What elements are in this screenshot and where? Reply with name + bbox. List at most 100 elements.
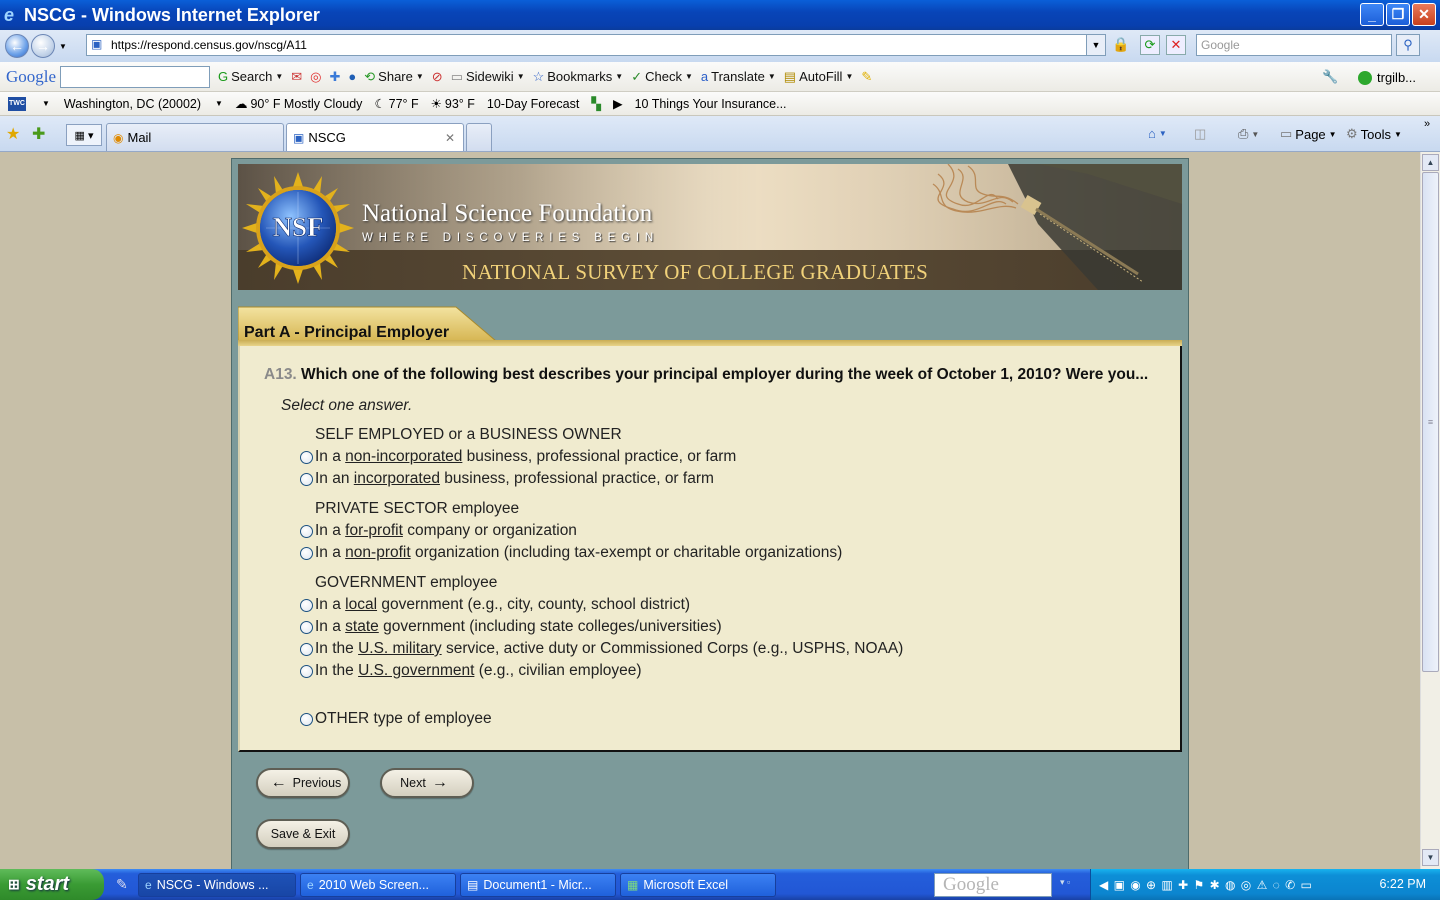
add-favorites-icon[interactable]: ✚ xyxy=(32,124,45,144)
vertical-scrollbar[interactable]: ▲ ≡ ▼ xyxy=(1420,152,1440,869)
map-icon[interactable]: ▚ xyxy=(591,96,601,111)
radio-button[interactable] xyxy=(300,472,313,486)
plus-icon[interactable]: ✚ xyxy=(330,69,341,85)
google-search-input[interactable] xyxy=(60,65,210,88)
radio-button[interactable] xyxy=(300,524,313,538)
refresh-button[interactable]: ⟳ xyxy=(1140,35,1160,55)
close-button[interactable]: ✕ xyxy=(1412,3,1436,26)
stop-button[interactable]: ✕ xyxy=(1166,35,1186,55)
toolbar-autofill[interactable]: ▤ AutoFill ▼ xyxy=(784,69,854,85)
previous-button[interactable]: ← Previous xyxy=(256,768,350,798)
definition-link[interactable]: incorporated xyxy=(354,470,440,488)
lock-icon[interactable]: 🔒 xyxy=(1112,36,1130,54)
location-dropdown-icon[interactable]: ▼ xyxy=(215,99,223,108)
radio-button[interactable] xyxy=(300,664,313,678)
weather-high[interactable]: ☀ 93° F xyxy=(431,96,475,112)
home-icon[interactable]: ⌂ ▼ xyxy=(1148,126,1167,141)
next-button[interactable]: Next → xyxy=(380,768,474,798)
quick-launch-icon[interactable]: ✎ xyxy=(116,876,128,893)
maximize-button[interactable]: ❐ xyxy=(1386,3,1410,26)
location-label[interactable]: Washington, DC (20002) xyxy=(64,97,201,111)
dell-icon[interactable]: ● xyxy=(348,69,356,84)
option-non-incorporated[interactable]: In a non-incorporated business, professi… xyxy=(300,448,736,466)
definition-link[interactable]: U.S. military xyxy=(358,640,442,658)
radio-button[interactable] xyxy=(300,546,313,560)
option-local-government[interactable]: In a local government (e.g., city, count… xyxy=(300,596,690,614)
taskbar-item-document[interactable]: ▤ Document1 - Micr... xyxy=(460,873,616,897)
option-us-military[interactable]: In the U.S. military service, active dut… xyxy=(300,640,903,658)
highlighter-icon[interactable]: ✎ xyxy=(861,69,872,85)
definition-link[interactable]: for-profit xyxy=(345,522,403,540)
save-exit-label: Save & Exit xyxy=(270,827,336,841)
tab-nscg[interactable]: ▣ NSCG ✕ xyxy=(286,123,464,151)
option-other[interactable]: OTHER type of employee xyxy=(300,710,492,728)
close-tab-icon[interactable]: ✕ xyxy=(445,131,455,145)
toolbar-check[interactable]: ✓ Check ▼ xyxy=(631,69,693,85)
radio-button[interactable] xyxy=(300,598,313,612)
taskbar-item-excel[interactable]: ▦ Microsoft Excel xyxy=(620,873,776,897)
new-tab-button[interactable] xyxy=(466,123,492,151)
taskbar-item-web-screen[interactable]: e 2010 Web Screen... xyxy=(300,873,456,897)
definition-link[interactable]: state xyxy=(345,618,379,636)
scroll-down-icon[interactable]: ▼ xyxy=(1422,849,1439,866)
option-state-government[interactable]: In a state government (including state c… xyxy=(300,618,722,636)
twc-logo[interactable]: TWC xyxy=(8,96,26,111)
radio-button[interactable] xyxy=(300,620,313,634)
dropdown-icon[interactable]: ▼ xyxy=(42,99,50,108)
scroll-up-icon[interactable]: ▲ xyxy=(1422,154,1439,171)
toolbar-bookmarks[interactable]: ☆ Bookmarks ▼ xyxy=(533,69,624,85)
print-icon[interactable]: ⎙ ▼ xyxy=(1238,126,1259,142)
toolbar-search[interactable]: G Search ▼ xyxy=(218,69,283,84)
forecast-link[interactable]: 10-Day Forecast xyxy=(487,97,579,111)
chrome-icon[interactable]: ◎ xyxy=(310,69,321,85)
address-field[interactable]: ▣ https://respond.census.gov/nscg/A11 xyxy=(86,34,1106,56)
tray-icons[interactable]: ◀ ▣ ◉ ⊕ ▥ ✚ ⚑ ✱ ◍ ◎ ⚠ ◌ ✆ ▭ xyxy=(1099,878,1313,892)
forward-button[interactable]: → xyxy=(31,34,55,58)
page-menu-label: Page xyxy=(1295,126,1326,142)
toolbar-autofill-label: AutoFill xyxy=(799,69,843,84)
search-icon[interactable]: ⚲ xyxy=(1396,34,1420,56)
toolbar-sidewiki[interactable]: ▭ Sidewiki ▼ xyxy=(451,69,525,85)
wrench-icon[interactable]: 🔧 xyxy=(1322,69,1338,85)
start-button[interactable]: ⊞ start xyxy=(0,869,104,900)
favorites-star-icon[interactable]: ★ xyxy=(6,124,20,144)
pagerank-icon[interactable]: ✉ xyxy=(291,69,302,85)
tools-menu[interactable]: ⚙ Tools ▼ xyxy=(1346,126,1402,142)
option-incorporated[interactable]: In an incorporated business, professiona… xyxy=(300,470,714,488)
recent-pages-dropdown-icon[interactable]: ▼ xyxy=(59,42,67,51)
radio-button[interactable] xyxy=(300,450,313,464)
news-link[interactable]: 10 Things Your Insurance... xyxy=(635,97,787,111)
page-menu[interactable]: ▭ Page ▼ xyxy=(1280,126,1337,142)
account-label[interactable]: trgilb... xyxy=(1377,70,1416,85)
radio-button[interactable] xyxy=(300,712,313,726)
minimize-button[interactable]: _ xyxy=(1360,3,1384,26)
option-us-government[interactable]: In the U.S. government (e.g., civilian e… xyxy=(300,662,642,680)
definition-link[interactable]: non-profit xyxy=(345,544,410,562)
toolbar-share[interactable]: ⟲ Share ▼ xyxy=(364,69,424,85)
option-text: business, professional practice, or farm xyxy=(439,470,714,487)
chevron-icon[interactable]: » xyxy=(1424,118,1430,130)
option-for-profit[interactable]: In a for-profit company or organization xyxy=(300,522,577,540)
feeds-icon[interactable]: ◫ xyxy=(1194,126,1206,142)
radio-button[interactable] xyxy=(300,642,313,656)
definition-link[interactable]: U.S. government xyxy=(358,662,474,680)
toolbar-bookmarks-label: Bookmarks xyxy=(547,69,613,84)
save-exit-button[interactable]: Save & Exit xyxy=(256,819,350,849)
back-button[interactable]: ← xyxy=(5,34,29,58)
definition-link[interactable]: non-incorporated xyxy=(345,448,462,466)
scroll-thumb[interactable]: ≡ xyxy=(1422,172,1439,672)
weather-current[interactable]: ☁ 90° F Mostly Cloudy xyxy=(235,96,362,112)
address-dropdown-icon[interactable]: ▼ xyxy=(1086,34,1106,56)
weather-low[interactable]: ☾ 77° F xyxy=(374,96,418,112)
taskbar-item-nscg[interactable]: e NSCG - Windows ... xyxy=(138,873,296,897)
taskbar-google-search[interactable]: Google xyxy=(934,873,1052,897)
search-input[interactable]: Google xyxy=(1196,34,1392,56)
tab-mail[interactable]: ◉ Mail xyxy=(106,123,284,151)
deskbar-options-icon[interactable]: ▾ ▫ xyxy=(1060,877,1070,888)
video-icon[interactable]: ▶ xyxy=(613,96,623,111)
popup-blocker-icon[interactable]: ⊘ xyxy=(432,69,443,85)
definition-link[interactable]: local xyxy=(345,596,377,614)
toolbar-translate[interactable]: a Translate ▼ xyxy=(701,69,776,84)
quick-tabs-button[interactable]: ▦ ▾ xyxy=(66,124,102,146)
option-non-profit[interactable]: In a non-profit organization (including … xyxy=(300,544,842,562)
